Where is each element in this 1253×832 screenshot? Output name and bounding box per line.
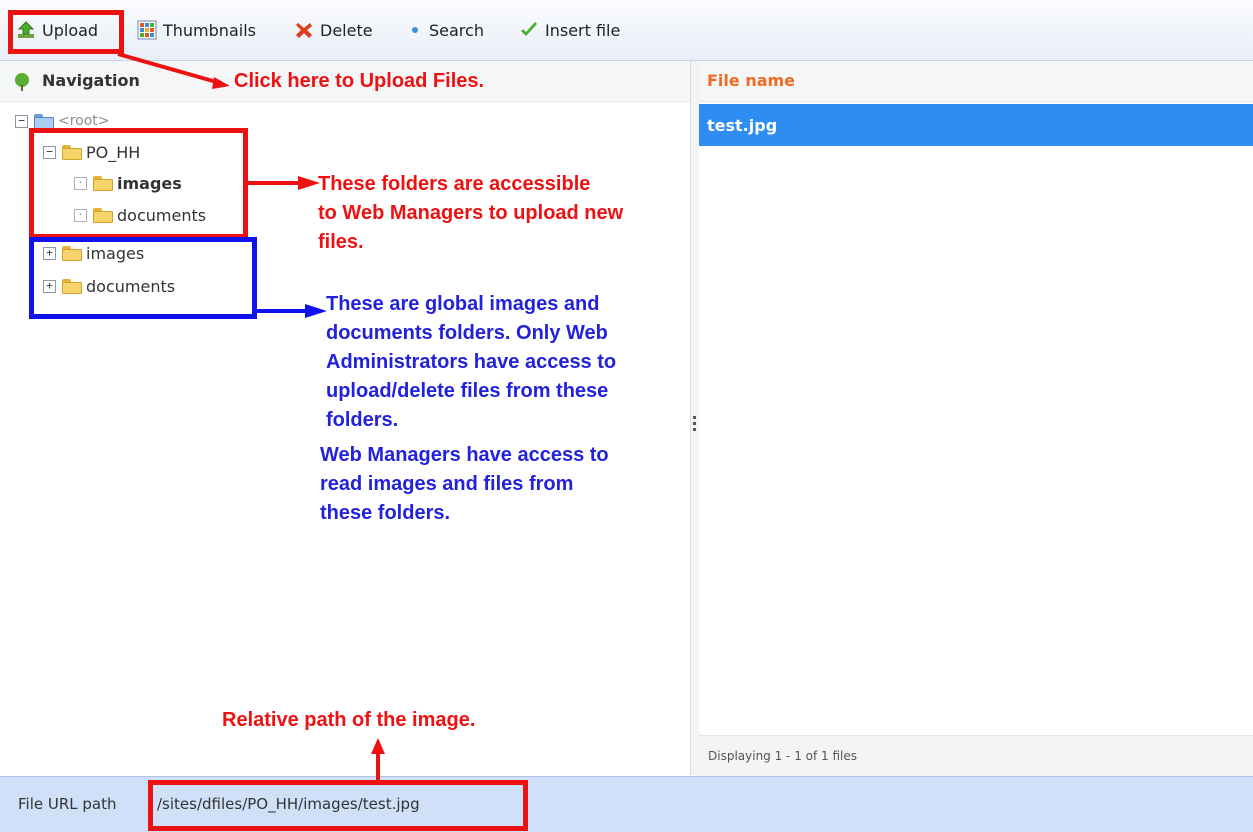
leaf-toggle-icon: · <box>74 176 87 190</box>
global-folders-annotation: These are global images and documents fo… <box>326 293 617 431</box>
expand-icon[interactable]: + <box>43 279 56 293</box>
search-label: Search <box>429 20 484 40</box>
thumbnails-label: Thumbnails <box>163 20 256 40</box>
tree-node-label: documents <box>86 276 176 296</box>
folder-icon <box>62 278 82 294</box>
upload-label: Upload <box>42 20 99 40</box>
grip-icon <box>693 416 696 419</box>
delete-label: Delete <box>320 20 373 40</box>
file-name-header-label: File name <box>707 71 796 90</box>
tree-icon <box>12 72 32 96</box>
search-icon <box>409 20 423 40</box>
navigation-title: Navigation <box>42 71 140 90</box>
tree-node-label: <root> <box>58 113 110 129</box>
tree-node-po-hh[interactable]: − PO_HH <box>43 139 140 165</box>
collapse-icon[interactable]: − <box>15 114 28 128</box>
folder-icon <box>93 207 113 223</box>
tree-node-documents[interactable]: + documents <box>43 273 175 299</box>
tree-node-label: documents <box>117 205 207 225</box>
insert-file-button[interactable]: Insert file <box>519 16 620 44</box>
folder-icon <box>34 113 54 129</box>
folder-icon <box>93 175 113 191</box>
file-row-selected[interactable]: test.jpg <box>699 104 1253 146</box>
tree-node-images[interactable]: + images <box>43 240 144 266</box>
accessible-annotation: These folders are accessible to Web Mana… <box>318 173 624 253</box>
folder-icon <box>62 144 82 160</box>
file-list-footer: Displaying 1 - 1 of 1 files <box>699 735 1253 776</box>
upload-button[interactable]: Upload <box>16 16 98 44</box>
tree-node-label: PO_HH <box>86 142 141 162</box>
folder-icon <box>62 245 82 261</box>
search-button[interactable]: Search <box>409 16 484 44</box>
file-url-path-label: File URL path <box>18 795 117 813</box>
leaf-toggle-icon: · <box>74 208 87 222</box>
tree-node-label: images <box>86 243 145 263</box>
insert-file-label: Insert file <box>545 20 621 40</box>
expand-icon[interactable]: + <box>43 246 56 260</box>
checkmark-icon <box>519 20 539 40</box>
file-list: test.jpg <box>699 102 1253 734</box>
upload-annotation: Click here to Upload Files. <box>234 70 485 92</box>
thumbnails-button[interactable]: Thumbnails <box>137 16 256 44</box>
delete-icon <box>294 20 314 40</box>
collapse-icon[interactable]: − <box>43 145 56 159</box>
relative-path-annotation: Relative path of the image. <box>222 709 476 731</box>
tree-node-po-hh-documents[interactable]: · documents <box>74 202 206 228</box>
file-name-column-header[interactable]: File name <box>699 61 1253 102</box>
web-managers-read-annotation: Web Managers have access to read images … <box>320 444 609 524</box>
upload-icon <box>16 20 36 40</box>
thumbnails-icon <box>137 20 157 40</box>
toolbar: Upload Thumbnails Delete Search Insert f… <box>0 0 1253 61</box>
tree-node-label: images <box>117 173 182 193</box>
status-bar: File URL path /sites/dfiles/PO_HH/images… <box>0 776 1253 832</box>
tree-node-root[interactable]: − <root> <box>15 108 110 134</box>
tree-node-po-hh-images[interactable]: · images <box>74 170 182 196</box>
paging-info: Displaying 1 - 1 of 1 files <box>708 749 858 763</box>
delete-button[interactable]: Delete <box>294 16 373 44</box>
file-url-path-value[interactable]: /sites/dfiles/PO_HH/images/test.jpg <box>157 795 420 813</box>
